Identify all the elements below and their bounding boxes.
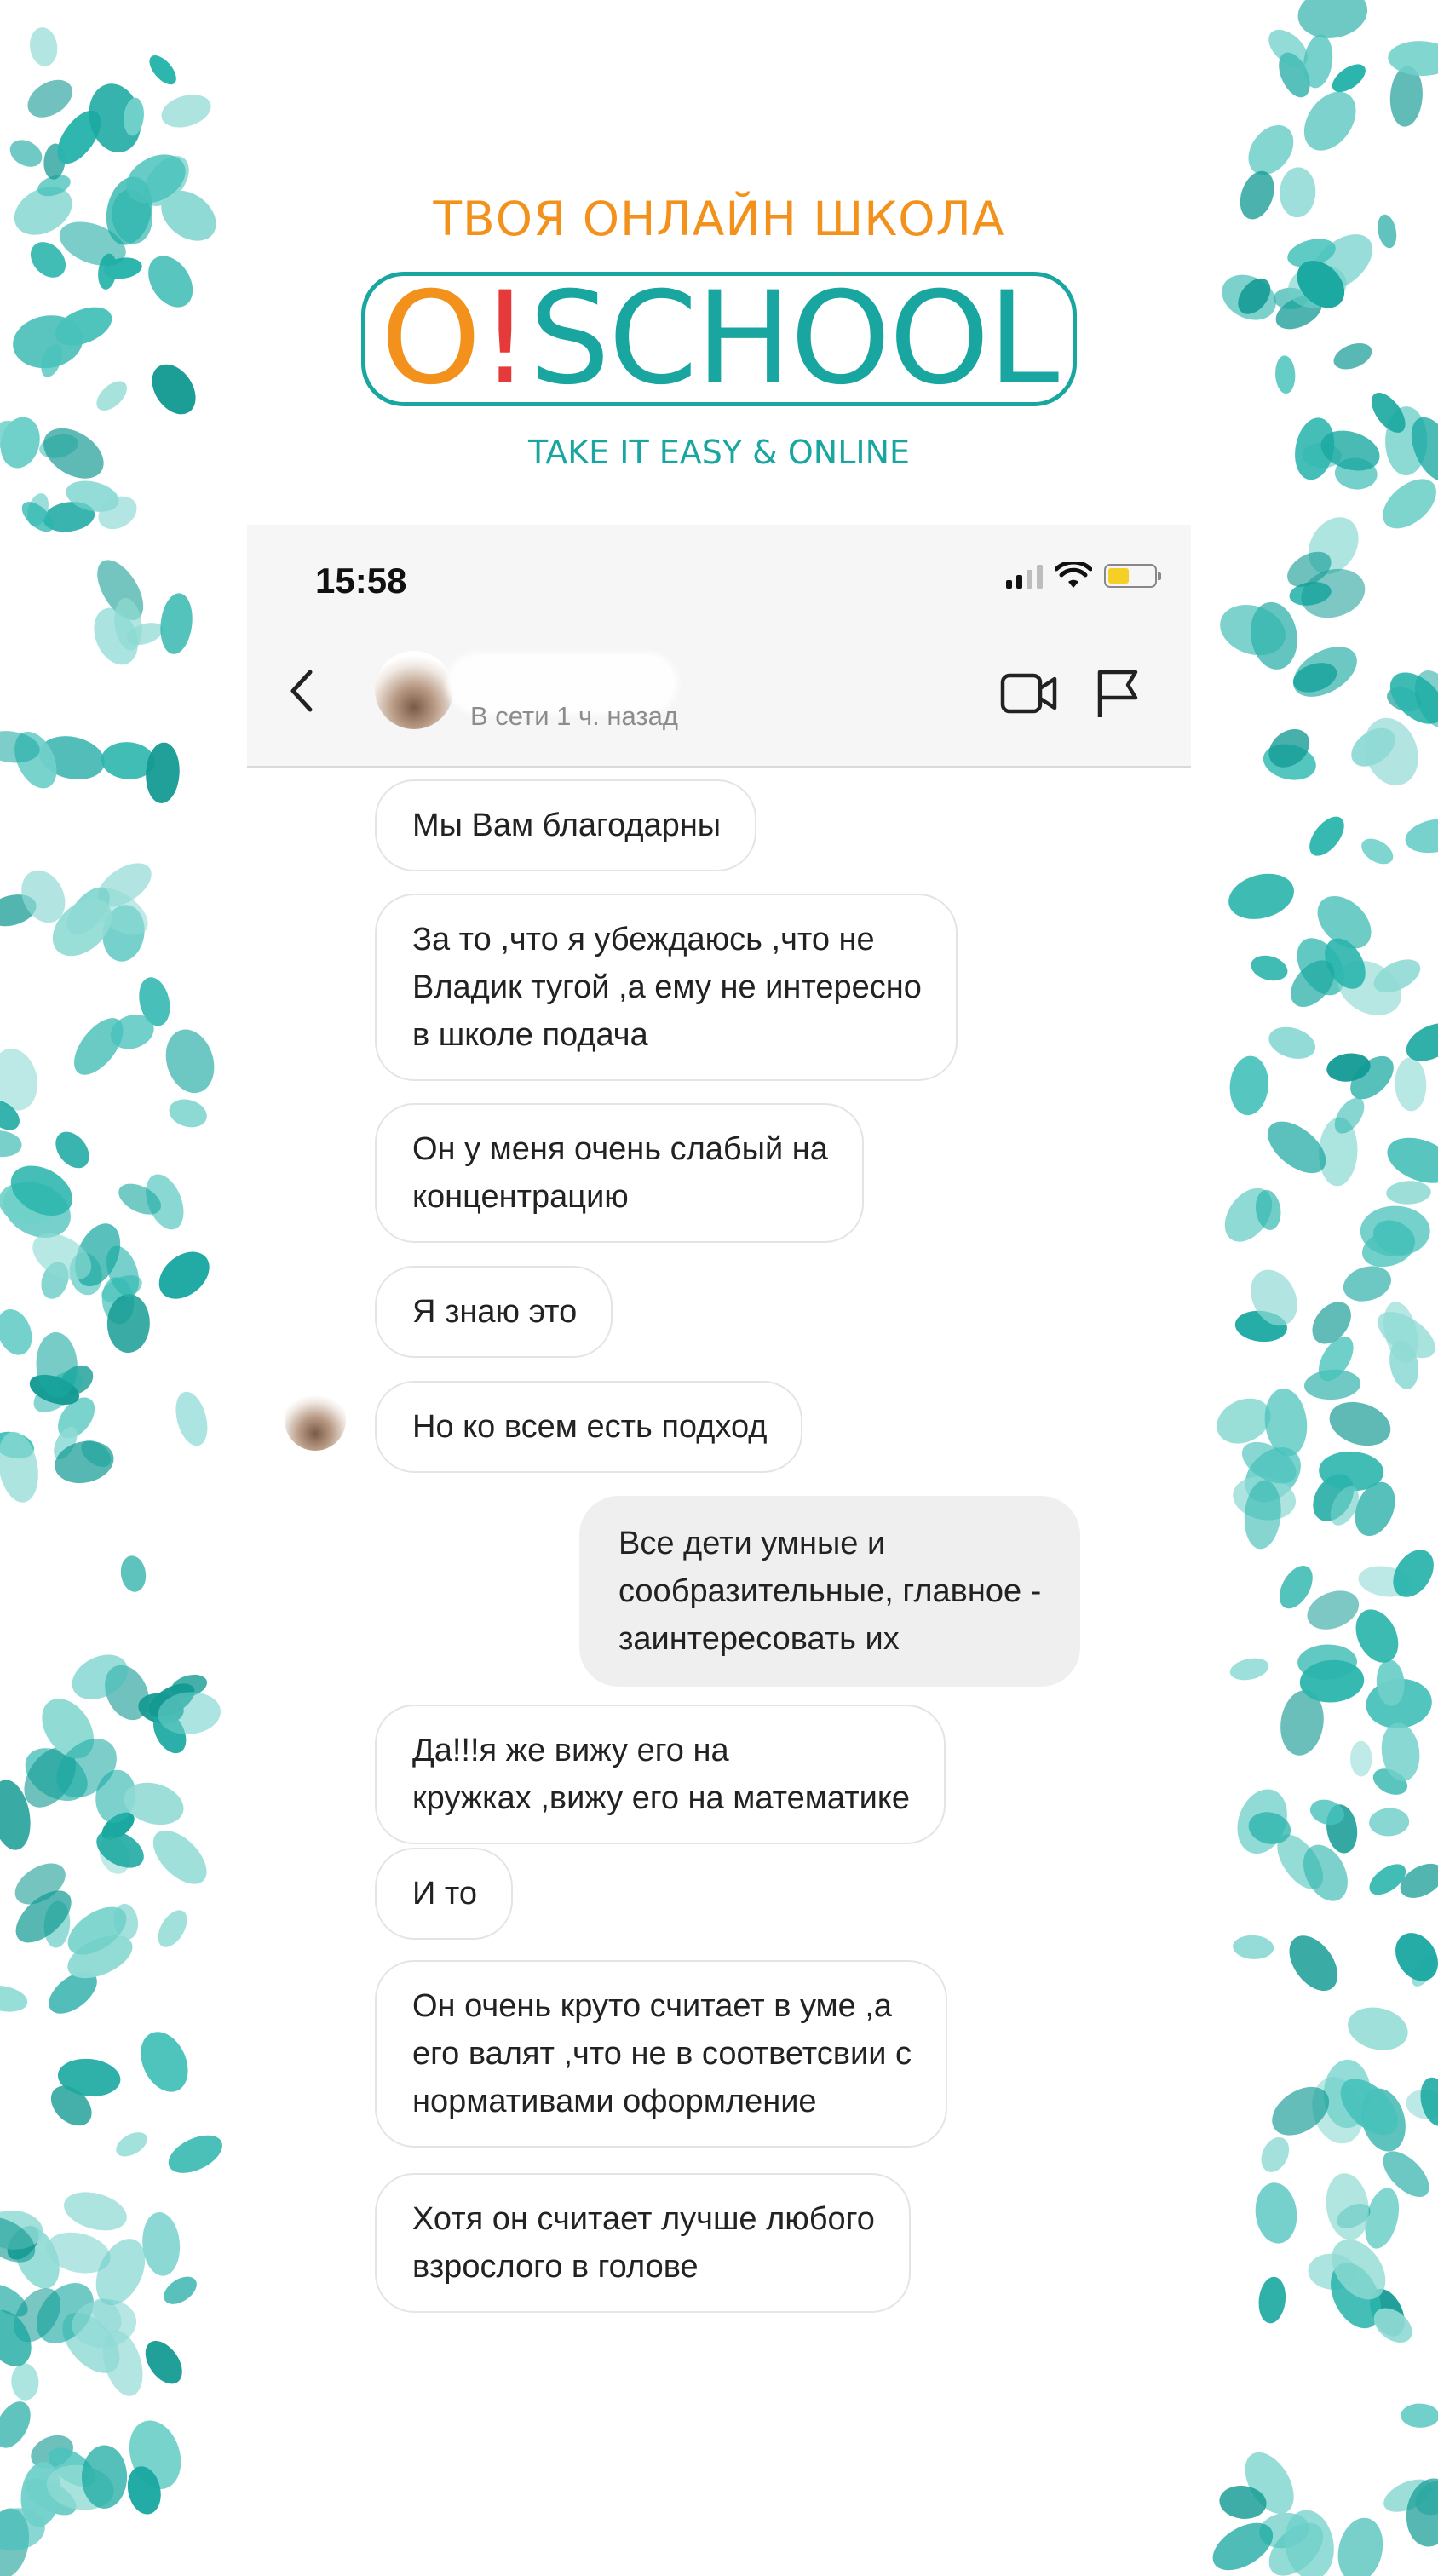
chat-header: В сети 1 ч. назад xyxy=(247,618,1191,768)
leaf-shape xyxy=(149,55,176,85)
message-incoming: За то ,что я убеждаюсь ,что не Владик ту… xyxy=(375,894,958,1081)
leaf-shape xyxy=(1364,717,1418,785)
leaf-shape xyxy=(30,27,58,66)
leaf-shape xyxy=(0,2401,31,2448)
wifi-icon xyxy=(1055,562,1092,588)
leaf-shape xyxy=(1297,0,1368,38)
leaf-shape xyxy=(1337,2517,1383,2576)
leaf-shape xyxy=(120,1555,147,1592)
leaf-shape xyxy=(1258,2276,1286,2324)
leaf-shape xyxy=(1405,819,1438,854)
leaf-shape xyxy=(1329,1401,1391,1446)
leaf-shape xyxy=(1348,2007,1408,2050)
leaf-shape xyxy=(11,2363,39,2401)
leaf-shape xyxy=(1233,1935,1274,1959)
leaf-shape xyxy=(0,1986,28,2012)
brand-header: ТВОЯ ОНЛАЙН ШКОЛА O! SCHOOL TAKE IT EASY … xyxy=(0,192,1438,471)
leaf-shape xyxy=(1293,647,1357,697)
logo-word-school: SCHOOL xyxy=(528,265,1059,413)
leaf-shape xyxy=(1251,955,1288,981)
message-incoming: И то xyxy=(375,1848,513,1940)
leaf-shape xyxy=(168,2135,222,2173)
logo-letter-o: O xyxy=(380,265,481,413)
leaf-shape xyxy=(0,1130,22,1158)
message-list: Мы Вам благодарны За то ,что я убеждаюсь… xyxy=(247,768,1191,2327)
leaf-shape xyxy=(1289,1935,1338,1992)
flag-icon[interactable] xyxy=(1096,668,1140,719)
leaf-shape xyxy=(1309,816,1344,856)
leaf-shape xyxy=(1386,1181,1431,1205)
chat-screenshot: 15:58 В сети 1 ч. назад Мы Вам благодарн… xyxy=(247,525,1191,2327)
message-incoming: Да!!!я же вижу его на кружках ,вижу его … xyxy=(375,1705,946,1844)
sender-avatar xyxy=(285,1389,346,1451)
battery-icon xyxy=(1104,564,1161,588)
leaf-shape xyxy=(1307,1590,1360,1630)
oschool-logo: O! SCHOOL xyxy=(361,272,1077,406)
leaf-shape xyxy=(164,2276,197,2304)
leaf-shape xyxy=(142,2212,181,2276)
leaf-shape xyxy=(1369,1808,1410,1837)
leaf-shape xyxy=(9,140,43,167)
leaf-shape xyxy=(1401,2403,1438,2428)
back-arrow-icon[interactable] xyxy=(281,665,324,716)
leaf-shape xyxy=(169,1099,207,1128)
leaf-shape xyxy=(1395,1057,1427,1112)
leaf-shape xyxy=(1229,1055,1268,1116)
leaf-shape xyxy=(158,1251,210,1299)
leaf-shape xyxy=(1361,838,1394,865)
leaf-shape xyxy=(158,1910,187,1947)
leaf-shape xyxy=(161,95,211,128)
leaf-shape xyxy=(1388,41,1438,76)
brand-tagline-bottom: TAKE IT EASY & ONLINE xyxy=(527,434,911,471)
message-incoming: Я знаю это xyxy=(375,1266,613,1358)
leaf-shape xyxy=(116,2132,147,2157)
leaf-shape xyxy=(152,1830,207,1884)
leaf-shape xyxy=(165,1029,215,1094)
leaf-shape xyxy=(0,1309,32,1355)
leaf-shape xyxy=(175,1391,208,1446)
message-incoming: Но ко всем есть подход xyxy=(375,1381,803,1473)
leaf-shape xyxy=(1349,1740,1372,1777)
leaf-shape xyxy=(1268,1026,1316,1059)
leaf-shape xyxy=(1229,1658,1269,1681)
leaf-shape xyxy=(1228,873,1294,919)
leaf-shape xyxy=(141,2032,188,2092)
leaf-shape xyxy=(81,2445,128,2509)
leaf-shape xyxy=(1255,2182,1297,2244)
video-call-icon[interactable] xyxy=(1000,671,1058,716)
brand-tagline-top: ТВОЯ ОНЛАЙН ШКОЛА xyxy=(433,192,1005,246)
leaf-shape xyxy=(1360,1205,1430,1256)
leaf-shape xyxy=(160,593,193,654)
message-incoming: Он очень круто считает в уме ,а его валя… xyxy=(375,1960,947,2148)
message-incoming: Мы Вам благодарны xyxy=(375,779,757,871)
list-fade xyxy=(247,2309,1191,2327)
leaf-shape xyxy=(0,1431,38,1503)
leaf-shape xyxy=(1383,479,1436,529)
leaf-shape xyxy=(27,79,72,118)
logo-exclamation: ! xyxy=(479,265,531,413)
status-icons xyxy=(1006,562,1161,589)
status-bar: 15:58 xyxy=(247,525,1191,618)
cellular-signal-icon xyxy=(1006,563,1043,589)
leaf-shape xyxy=(1332,64,1366,93)
contact-avatar[interactable] xyxy=(375,651,453,729)
contact-status: В сети 1 ч. назад xyxy=(470,701,678,731)
leaf-shape xyxy=(145,2341,182,2384)
leaf-shape xyxy=(1261,2136,1290,2172)
leaf-shape xyxy=(55,1131,89,1169)
message-outgoing: Все дети умные и сообразительные, главно… xyxy=(579,1496,1081,1687)
status-time: 15:58 xyxy=(315,561,407,601)
leaf-shape xyxy=(1343,1266,1391,1302)
message-incoming: Хотя он считает лучше любого взрослого в… xyxy=(375,2173,911,2313)
message-incoming: Он у меня очень слабый на концентрацию xyxy=(375,1103,864,1243)
leaf-shape xyxy=(64,2192,127,2231)
